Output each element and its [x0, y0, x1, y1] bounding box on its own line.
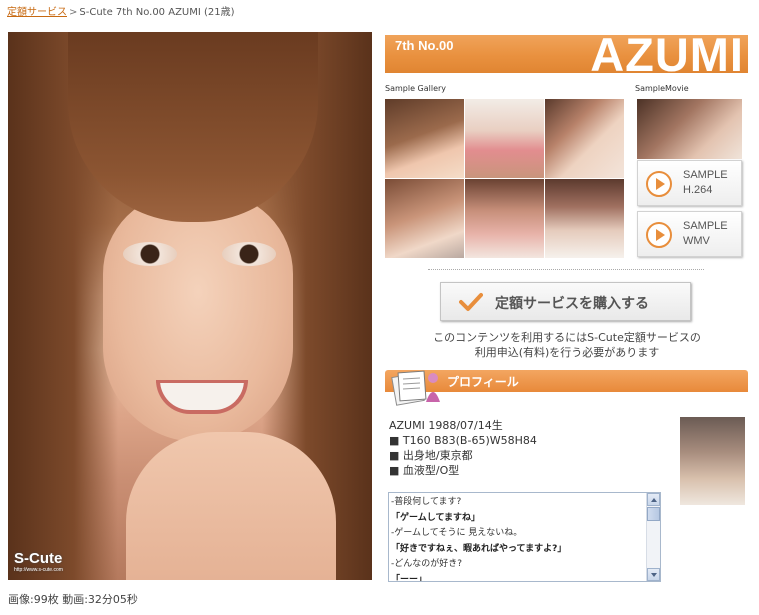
- photo-eye-right: [222, 242, 276, 266]
- interview-list: -普段何してます? 「ゲームしてますね」 -ゲームしてそうに 見えないね。 「好…: [391, 495, 647, 582]
- photo-eye-left: [123, 242, 177, 266]
- purchase-notice: このコンテンツを利用するにはS-Cute定額サービスの 利用申込(有料)を行う必…: [410, 330, 724, 360]
- interview-question: -ゲームしてそうに 見えないね。: [391, 528, 523, 538]
- notice-line-1: このコンテンツを利用するにはS-Cute定額サービスの: [433, 331, 701, 344]
- scroll-down-arrow-icon[interactable]: [647, 568, 660, 581]
- profile-line: ■ T160 B83(B-65)W58H84: [389, 434, 537, 447]
- gallery-thumb-1[interactable]: [385, 99, 464, 178]
- sample-h264-text: SAMPLE H.264: [683, 169, 728, 196]
- gallery-thumb-5[interactable]: [465, 179, 544, 258]
- sample-h264-button[interactable]: SAMPLE H.264: [637, 160, 742, 206]
- breadcrumb-link-teigaku[interactable]: 定額サービス: [7, 7, 67, 18]
- sample-wmv-text: SAMPLE WMV: [683, 220, 728, 247]
- breadcrumb-separator: >: [69, 7, 78, 18]
- scroll-thumb[interactable]: [647, 507, 660, 521]
- profile-details: AZUMI 1988/07/14生 ■ T160 B83(B-65)W58H84…: [389, 418, 537, 478]
- sample-gallery-label: Sample Gallery: [385, 84, 447, 93]
- profile-line: AZUMI 1988/07/14生: [389, 419, 503, 432]
- notice-line-2: 利用申込(有料)を行う必要があります: [474, 346, 660, 359]
- content-stats: 画像:99枚 動画:32分05秒: [8, 593, 138, 606]
- interview-box[interactable]: -普段何してます? 「ゲームしてますね」 -ゲームしてそうに 見えないね。 「好…: [388, 492, 661, 582]
- breadcrumb-current: S-Cute 7th No.00 AZUMI (21歳): [79, 7, 235, 18]
- gallery-thumb-6[interactable]: [545, 179, 624, 258]
- play-icon: [646, 171, 672, 197]
- gallery-thumb-4[interactable]: [385, 179, 464, 258]
- interview-question: -普段何してます?: [391, 497, 462, 507]
- photo-hands: [126, 432, 336, 580]
- logo-text: S-Cute: [14, 550, 63, 567]
- interview-answer: 「ーー」: [391, 574, 428, 582]
- purchase-label: 定額サービスを購入する: [495, 296, 649, 312]
- sample-movie-thumb[interactable]: [637, 99, 742, 159]
- gallery-thumb-3[interactable]: [545, 99, 624, 178]
- profile-title: プロフィール: [447, 375, 519, 389]
- title-banner: 7th No.00 AZUMI: [385, 35, 748, 73]
- sample-movie-label: SampleMovie: [635, 84, 689, 93]
- check-icon: [459, 293, 483, 311]
- profile-document-icon: [391, 370, 440, 406]
- interview-answer: 「ゲームしてますね」: [391, 512, 481, 523]
- scroll-up-arrow-icon[interactable]: [647, 493, 660, 506]
- main-photo: S-Cute http://www.s-cute.com: [8, 32, 372, 580]
- banner-name: AZUMI: [590, 35, 744, 73]
- interview-question: -どんなのが好き?: [391, 559, 463, 569]
- play-icon: [646, 222, 672, 248]
- interview-answer: 「好きですねぇ、暇あればやってますよ?」: [391, 543, 567, 554]
- breadcrumb: 定額サービス > S-Cute 7th No.00 AZUMI (21歳): [7, 6, 235, 20]
- banner-number: 7th No.00: [395, 38, 454, 53]
- logo-url: http://www.s-cute.com: [14, 567, 63, 573]
- profile-photo: [680, 417, 745, 505]
- profile-line: ■ 出身地/東京都: [389, 449, 473, 462]
- s-cute-logo: S-Cute http://www.s-cute.com: [14, 550, 63, 574]
- profile-line: ■ 血液型/O型: [389, 464, 460, 477]
- divider: [428, 269, 704, 270]
- interview-scrollbar[interactable]: [646, 493, 660, 581]
- purchase-button[interactable]: 定額サービスを購入する: [440, 282, 691, 321]
- gallery-thumb-2[interactable]: [465, 99, 544, 178]
- sample-wmv-button[interactable]: SAMPLE WMV: [637, 211, 742, 257]
